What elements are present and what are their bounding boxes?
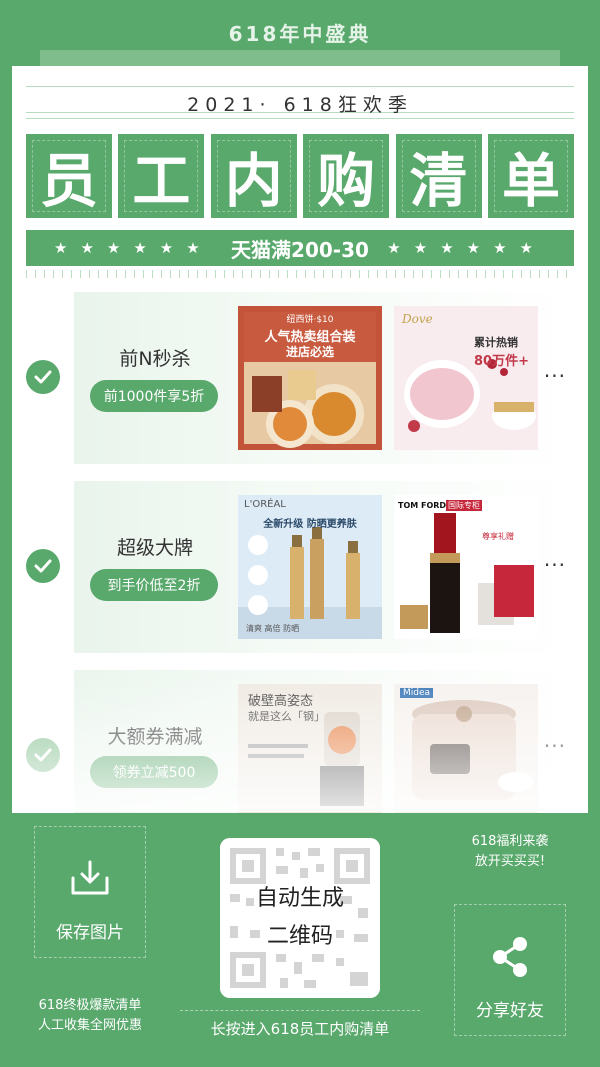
- product-card[interactable]: TOM FORD 国际专柜 尊享礼赠: [394, 495, 538, 639]
- qr-caption-divider: [180, 1010, 420, 1011]
- product-card[interactable]: Dove 累计热销 80万件+: [394, 306, 538, 450]
- share-button[interactable]: 分享好友: [446, 896, 574, 1044]
- product-headline: 国际专柜: [446, 500, 482, 511]
- promo-bar: ★★★★★★ 天猫满200-30 ★★★★★★: [26, 230, 574, 266]
- product-card[interactable]: 破壁高姿态 就是这么「钢」: [238, 684, 382, 813]
- title-char: 购: [303, 134, 390, 218]
- page-header-title: 618年中盛典: [228, 22, 372, 46]
- section-title: 超级大牌: [116, 537, 193, 559]
- product-sub: 清爽 高倍 防晒: [246, 624, 300, 633]
- qr-placeholder-text: 自动生成 二维码: [220, 838, 380, 998]
- section-big-brands[interactable]: 超级大牌 到手价低至2折 L'ORÉAL 全新升级 防晒更养肤 清爽 高倍 防晒: [74, 481, 574, 653]
- title-char: 清: [395, 134, 482, 218]
- product-brand: 纽西饼·$10: [286, 315, 334, 325]
- more-icon[interactable]: ···: [544, 734, 566, 758]
- title-char: 工: [118, 134, 205, 218]
- promo-line: 618福利来袭: [471, 834, 549, 849]
- qr-caption: 长按进入618员工内购清单: [210, 1020, 390, 1038]
- product-brand: TOM FORD: [398, 501, 447, 510]
- product-sub: 80万件+: [474, 354, 529, 369]
- title-char: 员: [26, 134, 112, 218]
- product-sub: 尊享礼赠: [482, 532, 514, 541]
- check-icon: [26, 738, 60, 772]
- title-char: 单: [487, 134, 574, 218]
- edition-label: 2021· 618狂欢季: [187, 94, 413, 116]
- star-decoration: ★★★★★★: [387, 239, 546, 257]
- product-headline: 破壁高姿态: [248, 694, 314, 709]
- product-card[interactable]: 纽西饼·$10 人气热卖组合装 进店必选: [238, 306, 382, 450]
- check-icon: [26, 360, 60, 394]
- more-icon[interactable]: ···: [544, 553, 566, 577]
- product-sub: 进店必选: [285, 345, 334, 359]
- section-seckill[interactable]: 前N秒杀 前1000件享5折 纽西饼·$10 人气热卖组合装 进店必选 Dove…: [74, 292, 574, 464]
- share-label: 分享好友: [476, 1001, 544, 1021]
- product-headline: 全新升级 防晒更养肤: [263, 519, 357, 530]
- promo-tile: 618福利来袭 放开买买买!: [446, 818, 574, 880]
- save-label: 保存图片: [56, 923, 124, 943]
- product-sub: 就是这么「钢」: [248, 710, 325, 723]
- product-brand: L'ORÉAL: [244, 499, 286, 510]
- promo-text: 天猫满200-30: [231, 237, 369, 262]
- qr-line: 二维码: [266, 924, 333, 949]
- share-icon: [490, 936, 530, 982]
- section-tag[interactable]: 到手价低至2折: [90, 569, 218, 601]
- qr-code[interactable]: 自动生成 二维码: [220, 838, 380, 998]
- card-stripe: [26, 118, 574, 119]
- title-char: 内: [210, 134, 297, 218]
- product-headline: 累计热销: [474, 336, 518, 349]
- section-tag[interactable]: 前1000件享5折: [90, 380, 218, 412]
- product-card[interactable]: Midea: [394, 684, 538, 813]
- star-decoration: ★★★★★★: [54, 239, 213, 257]
- section-title: 大额券满减: [107, 726, 203, 748]
- note-line: 618终极爆款清单: [38, 998, 142, 1013]
- save-image-button[interactable]: 保存图片: [26, 818, 154, 966]
- section-coupons[interactable]: 大额券满减 领券立减500 破壁高姿态 就是这么「钢」 Midea ···: [74, 670, 574, 813]
- download-icon: [70, 860, 110, 900]
- tick-divider: [26, 270, 574, 278]
- hero-title: 员 工 内 购 清 单: [26, 134, 574, 218]
- product-brand: Midea: [400, 688, 434, 698]
- section-tag[interactable]: 领券立减500: [90, 756, 218, 788]
- promo-line: 放开买买买!: [474, 854, 546, 869]
- note-line: 人工收集全网优惠: [37, 1018, 142, 1033]
- product-card[interactable]: L'ORÉAL 全新升级 防晒更养肤 清爽 高倍 防晒: [238, 495, 382, 639]
- qr-line: 自动生成: [255, 886, 344, 911]
- product-brand: Dove: [402, 312, 433, 326]
- check-icon: [26, 549, 60, 583]
- card-stripe: [26, 86, 574, 87]
- more-icon[interactable]: ···: [544, 364, 566, 388]
- section-title: 前N秒杀: [119, 348, 191, 370]
- note-tile: 618终极爆款清单 人工收集全网优惠: [26, 982, 154, 1044]
